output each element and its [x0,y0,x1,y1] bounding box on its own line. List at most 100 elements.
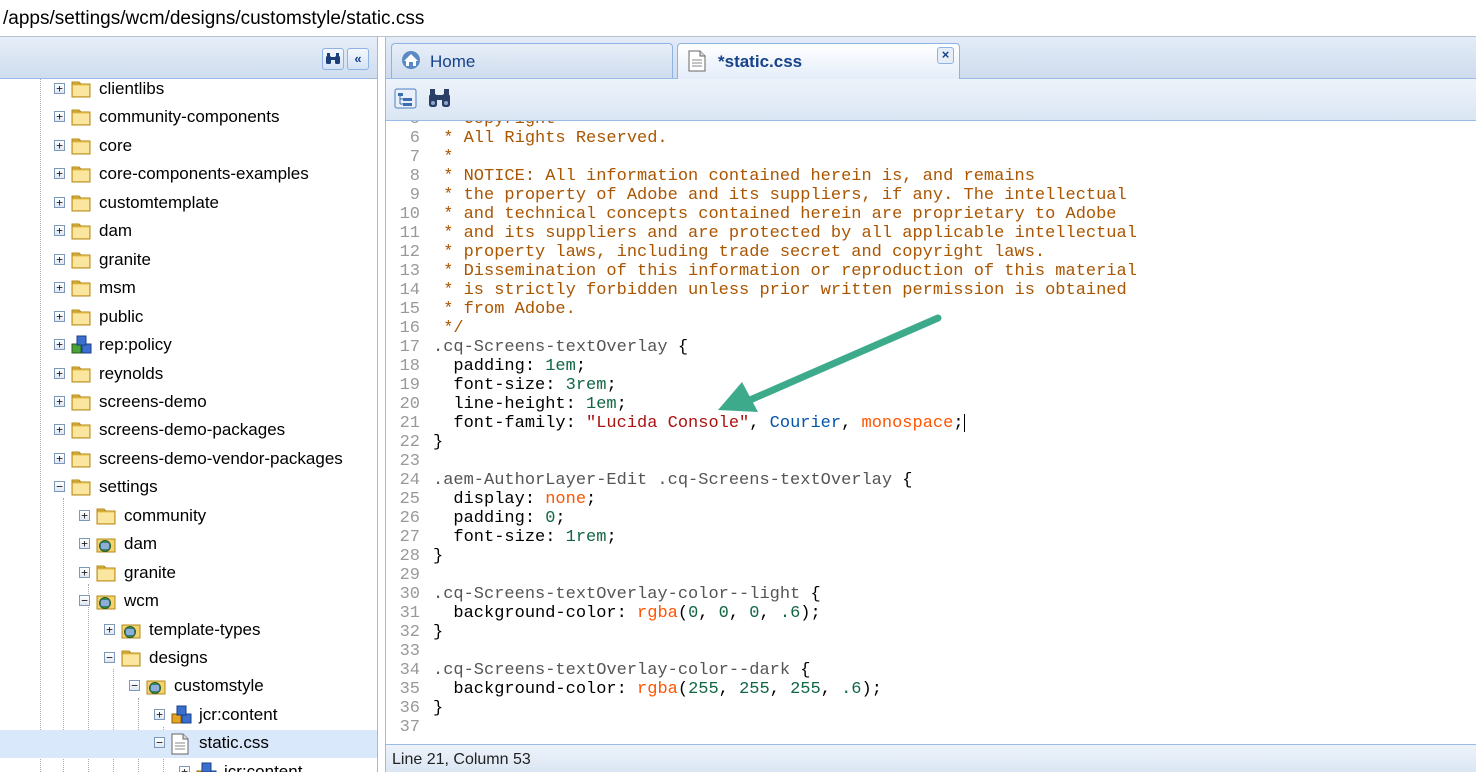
collapse-icon[interactable]: − [104,652,115,663]
expand-icon[interactable]: + [79,538,90,550]
code-line[interactable]: 34 .cq-Screens-textOverlay-color--dark { [386,661,1476,680]
tree-node-reynolds[interactable]: + reynolds [54,361,375,389]
tree-node-dam[interactable]: + dam [79,531,375,559]
expand-icon[interactable]: + [54,168,65,180]
expand-icon[interactable]: + [54,196,65,208]
expand-icon[interactable]: + [54,452,65,464]
line-number: 33 [399,642,420,661]
code-line[interactable]: 35 background-color: rgba(255, 255, 255,… [386,680,1476,699]
collapse-icon[interactable]: − [54,481,65,493]
code-line[interactable]: 16 */ [386,319,1476,338]
expand-icon[interactable]: + [104,623,115,635]
collapse-icon[interactable]: − [129,680,140,692]
code-line[interactable]: 32} [386,623,1476,642]
tree-node-designs[interactable]: − designs [104,645,375,673]
collapse-left-icon[interactable]: « [347,48,369,70]
tree-node-core[interactable]: + core [54,133,375,161]
line-number: 30 [399,585,420,604]
tree-node-community-components[interactable]: + community-components [54,104,375,132]
code-line[interactable]: 30 .cq-Screens-textOverlay-color--light { [386,585,1476,604]
tab-home[interactable]: Home [391,43,673,78]
code-line[interactable]: 11 * and its suppliers and are protected… [386,224,1476,243]
tree-node-customstyle[interactable]: − customstyle [129,673,375,701]
code-line[interactable]: 8 * NOTICE: All information contained he… [386,167,1476,186]
code-line[interactable]: 23 [386,452,1476,471]
folder-icon [96,563,116,583]
expand-icon[interactable]: + [54,253,65,265]
tree-node-public[interactable]: + public [54,304,375,332]
expand-icon[interactable]: + [54,139,65,151]
tree-node-customtemplate[interactable]: + customtemplate [54,190,375,218]
code-line[interactable]: 6 * All Rights Reserved. [386,129,1476,148]
binoculars-icon[interactable] [428,87,452,111]
tab-static-css[interactable]: *static.css × [677,43,960,79]
tree-node-template-types[interactable]: + template-types [104,617,375,645]
code-line[interactable]: 26 padding: 0; [386,509,1476,528]
code-line[interactable]: 33 [386,642,1476,661]
code-token: ; [606,528,617,547]
expand-icon[interactable]: + [54,83,65,94]
expand-icon[interactable]: + [54,225,65,237]
code-line[interactable]: 20 line-height: 1em; [386,395,1476,414]
code-line[interactable]: 36} [386,699,1476,718]
tree-node-rep-policy[interactable]: + rep:policy [54,332,375,360]
code-line[interactable]: 12 * property laws, including trade secr… [386,243,1476,262]
code-line[interactable]: 25 display: none; [386,490,1476,509]
tab-static-css-label: *static.css [718,52,803,71]
code-line[interactable]: 28} [386,547,1476,566]
tree-node-wcm[interactable]: − wcm [79,588,375,616]
code-line[interactable]: 17 .cq-Screens-textOverlay { [386,338,1476,357]
expand-icon[interactable]: + [179,765,190,772]
expand-icon[interactable]: + [54,111,65,123]
collapse-icon[interactable]: − [79,595,90,607]
tree-node-dam[interactable]: + dam [54,218,375,246]
code-line[interactable]: 15 * from Adobe. [386,300,1476,319]
tree-node-settings[interactable]: − settings [54,474,375,502]
code-line[interactable]: 14 * is strictly forbidden unless prior … [386,281,1476,300]
code-line[interactable]: 37 [386,718,1476,737]
code-line[interactable]: 5 * Copyright [386,121,1476,129]
expand-icon[interactable]: + [54,339,65,351]
code-text: line-height: 1em; [433,395,626,414]
collapse-icon[interactable]: − [154,737,165,749]
code-line[interactable]: 29 [386,566,1476,585]
expand-icon[interactable]: + [54,282,65,294]
tree-node-granite[interactable]: + granite [54,247,375,275]
tree-node-label: screens-demo [99,391,207,411]
code-editor[interactable]: 5 * Copyright6 * All Rights Reserved.7 *… [386,121,1476,744]
tree-node-granite[interactable]: + granite [79,560,375,588]
code-line[interactable]: 13 * Dissemination of this information o… [386,262,1476,281]
code-line[interactable]: 22} [386,433,1476,452]
expand-icon[interactable]: + [54,424,65,436]
tree-node-clientlibs[interactable]: + clientlibs [54,76,375,104]
tree-node-screens-demo[interactable]: + screens-demo [54,389,375,417]
tree-node-community[interactable]: + community [79,503,375,531]
expand-icon[interactable]: + [54,395,65,407]
code-line[interactable]: 10 * and technical concepts contained he… [386,205,1476,224]
expand-icon[interactable]: + [54,310,65,322]
line-number: 19 [399,376,420,395]
tree-node-jcr-content[interactable]: + jcr:content [154,702,375,730]
binoculars-icon[interactable] [322,48,344,70]
code-line[interactable]: 21 font-family: "Lucida Console", Courie… [386,414,1476,433]
tree-node-jcr-content[interactable]: + jcr:content [179,759,375,772]
expand-icon[interactable]: + [154,708,165,720]
code-line[interactable]: 31 background-color: rgba(0, 0, 0, .6); [386,604,1476,623]
tree-view-icon[interactable] [394,87,418,111]
close-icon[interactable]: × [937,47,954,64]
expand-icon[interactable]: + [79,509,90,521]
code-line[interactable]: 18 padding: 1em; [386,357,1476,376]
tree-node-screens-demo-vendor-packages[interactable]: + screens-demo-vendor-packages [54,446,375,474]
code-line[interactable]: 7 * [386,148,1476,167]
tree-node-core-components-examples[interactable]: + core-components-examples [54,161,375,189]
code-line[interactable]: 27 font-size: 1rem; [386,528,1476,547]
tree-node-msm[interactable]: + msm [54,275,375,303]
tree-node-screens-demo-packages[interactable]: + screens-demo-packages [54,417,375,445]
expand-icon[interactable]: + [54,367,65,379]
code-line[interactable]: 24 .aem-AuthorLayer-Edit .cq-Screens-text… [386,471,1476,490]
code-token: * Copyright [433,121,555,129]
expand-icon[interactable]: + [79,566,90,578]
code-line[interactable]: 9 * the property of Adobe and its suppli… [386,186,1476,205]
tree-node-static-css[interactable]: − static.css [0,730,377,759]
code-line[interactable]: 19 font-size: 3rem; [386,376,1476,395]
